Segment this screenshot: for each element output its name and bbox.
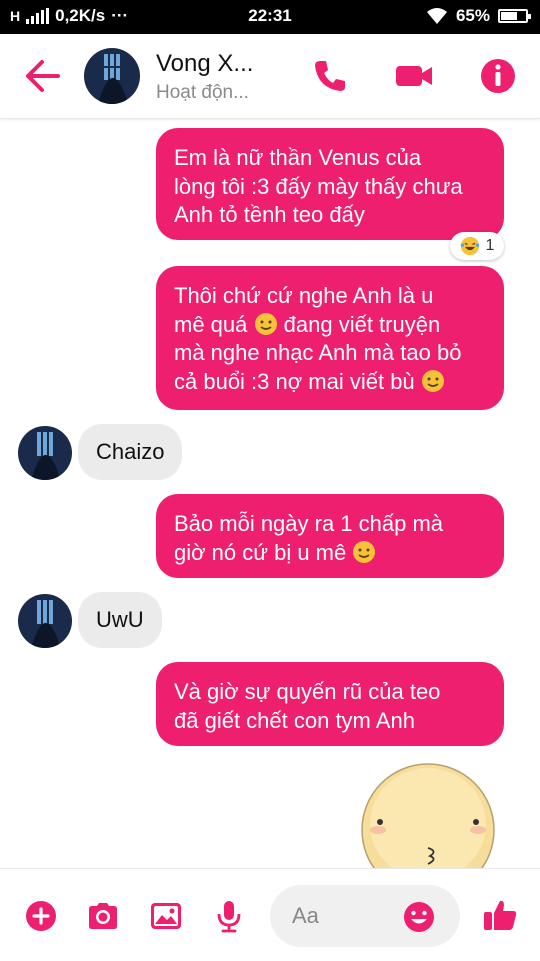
message-line: lòng tôi :3 đấy mày thấy chưa bbox=[174, 173, 463, 199]
message-line: Thôi chứ cứ nghe Anh là u bbox=[174, 283, 434, 308]
microphone-icon[interactable] bbox=[212, 899, 246, 933]
info-icon[interactable] bbox=[478, 56, 518, 96]
conversation-header: Vong X... Hoạt độn... bbox=[0, 34, 540, 119]
laughing-tears-icon bbox=[460, 236, 479, 256]
smile-icon[interactable] bbox=[402, 900, 436, 934]
incoming-message[interactable]: UwU bbox=[78, 592, 162, 648]
reaction-count: 1 bbox=[485, 237, 495, 254]
camera-icon[interactable] bbox=[86, 899, 120, 933]
phone-icon[interactable] bbox=[310, 56, 350, 96]
video-camera-icon[interactable] bbox=[394, 56, 434, 96]
message-line: Bảo mỗi ngày ra 1 chấp mà bbox=[174, 511, 444, 536]
outgoing-message[interactable]: Thôi chứ cứ nghe Anh là u mê quá đang vi… bbox=[156, 266, 504, 410]
battery-icon bbox=[498, 9, 531, 23]
incoming-message[interactable]: Chaizo bbox=[78, 424, 183, 480]
outgoing-message[interactable]: Bảo mỗi ngày ra 1 chấp mà giờ nó cứ bị u… bbox=[156, 494, 504, 578]
contact-avatar-small[interactable] bbox=[18, 426, 72, 480]
message-line: mà nghe nhạc Anh mà tao bỏ bbox=[174, 340, 462, 365]
status-bar: H 0,2K/s ··· 22:31 65% bbox=[0, 0, 540, 34]
contact-name[interactable]: Vong X... bbox=[156, 50, 253, 78]
status-right: 65% bbox=[426, 6, 531, 26]
message-line: đang viết truyện bbox=[283, 311, 441, 337]
composer-bar bbox=[0, 868, 540, 961]
message-line: mê quá bbox=[174, 311, 248, 337]
contact-avatar[interactable] bbox=[84, 48, 140, 104]
image-icon[interactable] bbox=[149, 899, 183, 933]
message-line: Anh tỏ tềnh teo đấy bbox=[174, 202, 365, 227]
smile-emoji-icon bbox=[254, 312, 277, 335]
smile-emoji-icon bbox=[421, 369, 444, 392]
message-line: Em là nữ thần Venus của bbox=[174, 145, 422, 170]
back-arrow-icon[interactable] bbox=[22, 58, 62, 94]
outgoing-message[interactable]: Và giờ sự quyến rũ của teo đã giết chết … bbox=[156, 662, 504, 746]
message-reaction[interactable]: 1 bbox=[450, 232, 504, 260]
contact-avatar-small[interactable] bbox=[18, 594, 72, 648]
battery-level bbox=[501, 12, 517, 20]
smile-emoji-icon bbox=[353, 540, 376, 563]
contact-status: Hoạt độn... bbox=[156, 82, 249, 103]
battery-percent: 65% bbox=[455, 6, 490, 25]
outgoing-message[interactable]: Em là nữ thần Venus của lòng tôi :3 đấy … bbox=[156, 128, 504, 240]
message-line: đã giết chết con tym Anh bbox=[174, 707, 415, 733]
message-line: cả buổi :3 nợ mai viết bù bbox=[174, 368, 415, 394]
message-line: Và giờ sự quyến rũ của teo bbox=[174, 679, 441, 704]
message-line: giờ nó cứ bị u mê bbox=[174, 539, 347, 565]
thumbs-up-icon[interactable] bbox=[482, 897, 518, 933]
plus-icon[interactable] bbox=[24, 899, 58, 933]
wifi-icon bbox=[426, 8, 447, 24]
sticker-face[interactable] bbox=[356, 760, 500, 870]
